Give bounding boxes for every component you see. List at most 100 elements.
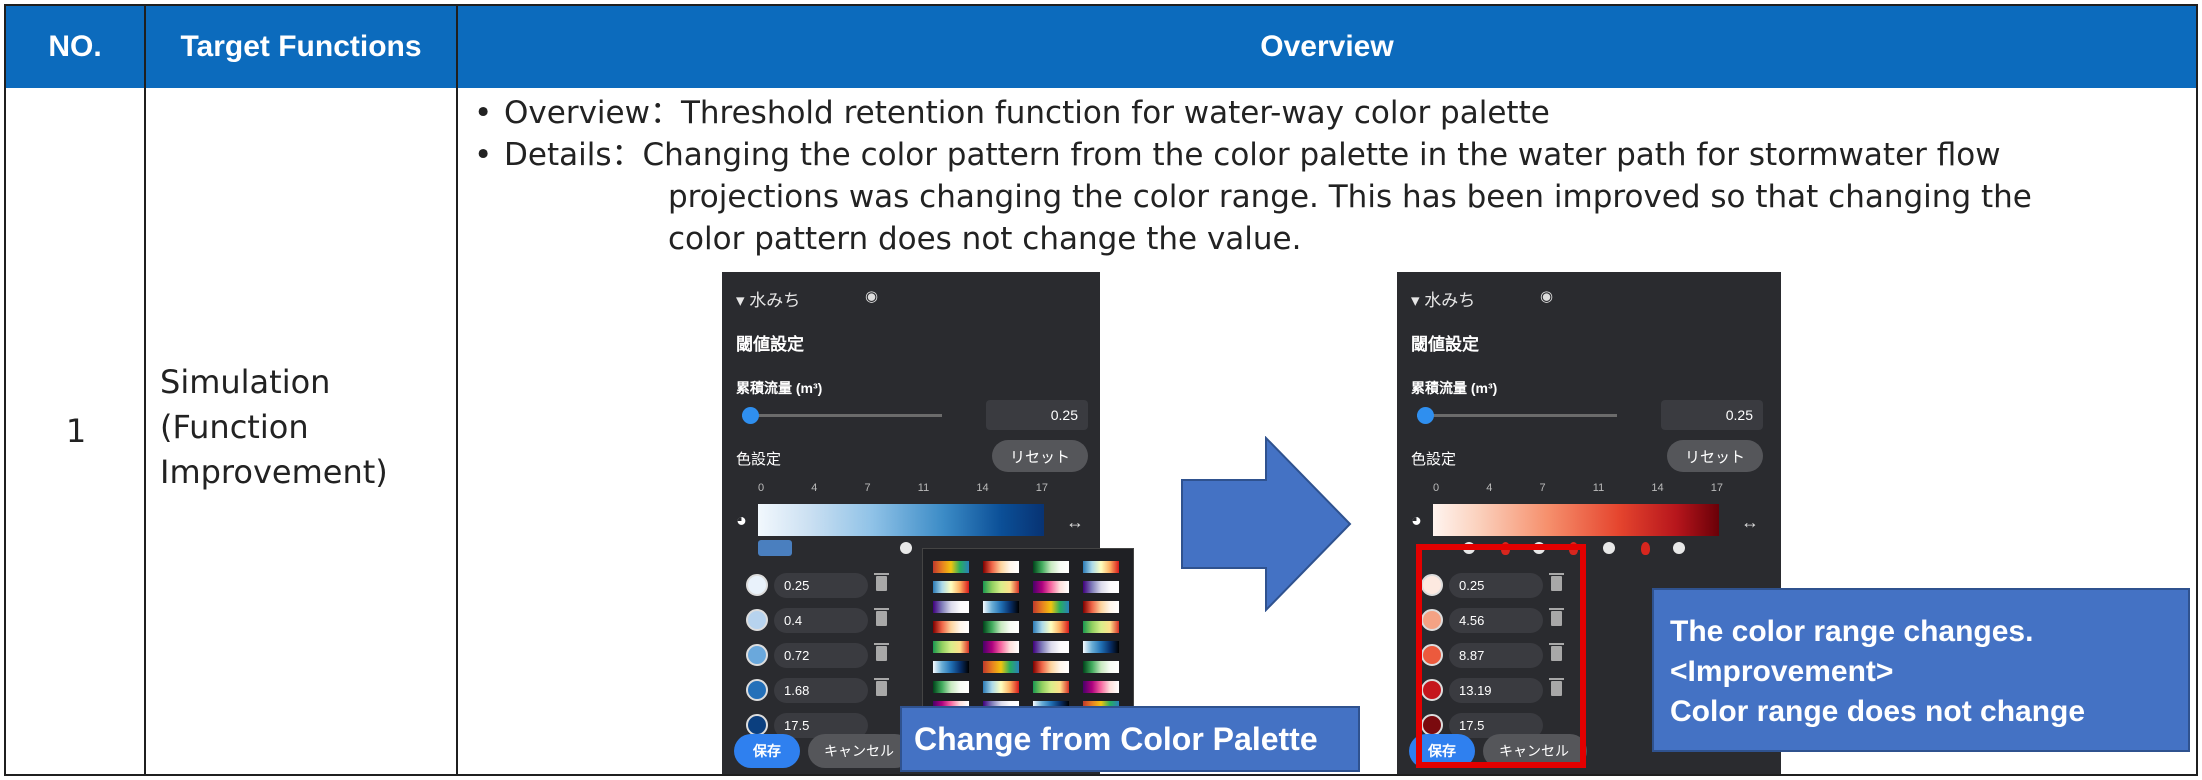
palette-option[interactable] xyxy=(983,621,1019,633)
palette-option[interactable] xyxy=(983,641,1019,653)
stop-color-icon[interactable] xyxy=(746,574,768,596)
right-arrow-icon xyxy=(1181,436,1352,612)
threshold-heading: 閾値設定 xyxy=(736,335,804,354)
color-stops: 0.25 0.4 0.72 1.68 17.5 xyxy=(746,570,896,745)
target-function-cell: Simulation (Function Improvement) xyxy=(160,360,388,495)
palette-option[interactable] xyxy=(933,681,969,693)
swap-icon[interactable]: ↔ xyxy=(1741,512,1759,533)
palette-option[interactable] xyxy=(933,641,969,653)
stop-color-icon[interactable] xyxy=(746,679,768,701)
flow-slider-track[interactable] xyxy=(742,414,942,417)
layer-toggle[interactable]: ▾ 水みち xyxy=(1411,286,1475,311)
improvement-callout: The color range changes. <Improvement> C… xyxy=(1652,588,2190,752)
save-button[interactable]: 保存 xyxy=(734,734,800,768)
color-palette-popup xyxy=(922,548,1134,724)
palette-option[interactable] xyxy=(1033,641,1069,653)
stop-color-icon[interactable] xyxy=(746,644,768,666)
ramp-ticks: 0 4 7 11 14 17 xyxy=(1433,482,1723,494)
palette-icon[interactable]: ◕ xyxy=(736,510,747,531)
highlight-box xyxy=(1416,544,1586,768)
tick-label: 11 xyxy=(1592,482,1605,494)
swap-icon[interactable]: ↔ xyxy=(1066,512,1084,533)
stop-color-icon[interactable] xyxy=(746,609,768,631)
details-continuation: color pattern does not change the value. xyxy=(668,221,1302,257)
palette-option[interactable] xyxy=(933,661,969,673)
flow-slider-thumb[interactable] xyxy=(742,407,759,424)
palette-option[interactable] xyxy=(983,581,1019,593)
tick-label: 14 xyxy=(976,482,989,494)
cancel-button[interactable]: キャンセル xyxy=(808,734,912,768)
selected-marker[interactable] xyxy=(758,540,792,556)
palette-option[interactable] xyxy=(1033,581,1069,593)
trash-icon[interactable] xyxy=(874,643,889,661)
palette-option[interactable] xyxy=(1033,621,1069,633)
palette-option[interactable] xyxy=(1083,581,1119,593)
header-target-functions: Target Functions xyxy=(146,6,458,88)
palette-option[interactable] xyxy=(1033,601,1069,613)
trash-icon[interactable] xyxy=(874,678,889,696)
reset-button[interactable]: リセット xyxy=(992,440,1088,472)
column-divider xyxy=(456,88,458,774)
palette-option[interactable] xyxy=(1083,621,1119,633)
eye-icon[interactable]: ◉ xyxy=(1540,287,1553,305)
palette-option[interactable] xyxy=(983,561,1019,573)
details-continuation: projections was changing the color range… xyxy=(668,179,2032,215)
color-stop-row: 0.25 xyxy=(746,570,896,602)
ramp-marker[interactable] xyxy=(900,542,912,554)
stop-color-icon[interactable] xyxy=(746,714,768,736)
palette-option[interactable] xyxy=(1083,561,1119,573)
palette-option[interactable] xyxy=(983,601,1019,613)
palette-option[interactable] xyxy=(1083,601,1119,613)
reset-button[interactable]: リセット xyxy=(1667,440,1763,472)
tick-label: 17 xyxy=(1710,482,1723,494)
overview-bullet: Overview：Threshold retention function fo… xyxy=(470,92,2188,134)
overview-text: Overview：Threshold retention function fo… xyxy=(470,92,2188,260)
ramp-marker[interactable] xyxy=(1603,542,1615,554)
header-no: NO. xyxy=(6,6,146,88)
color-stop-row: 1.68 xyxy=(746,675,896,707)
palette-option[interactable] xyxy=(983,681,1019,693)
trash-icon[interactable] xyxy=(874,573,889,591)
palette-option[interactable] xyxy=(1033,681,1069,693)
palette-option[interactable] xyxy=(1083,641,1119,653)
palette-callout: Change from Color Palette xyxy=(900,706,1360,772)
ramp-marker[interactable] xyxy=(1673,542,1685,554)
tick-label: 4 xyxy=(1486,482,1493,494)
tick-label: 4 xyxy=(811,482,818,494)
color-setting-label: 色設定 xyxy=(1411,451,1457,468)
stop-value-input[interactable]: 0.25 xyxy=(774,573,868,598)
color-stop-row: 0.72 xyxy=(746,640,896,672)
flow-value-input[interactable]: 0.25 xyxy=(1661,400,1763,430)
palette-option[interactable] xyxy=(1083,661,1119,673)
flow-value-input[interactable]: 0.25 xyxy=(986,400,1088,430)
palette-option[interactable] xyxy=(933,621,969,633)
palette-option[interactable] xyxy=(933,581,969,593)
tick-label: 0 xyxy=(758,482,765,494)
stop-value-input[interactable]: 0.72 xyxy=(774,643,868,668)
color-ramp-red[interactable] xyxy=(1433,504,1719,536)
flow-label: 累積流量 (m³) xyxy=(736,380,823,396)
palette-option[interactable] xyxy=(983,661,1019,673)
tick-label: 17 xyxy=(1035,482,1048,494)
palette-option[interactable] xyxy=(933,601,969,613)
flow-slider-track[interactable] xyxy=(1417,414,1617,417)
eye-icon[interactable]: ◉ xyxy=(865,287,878,305)
layer-toggle[interactable]: ▾ 水みち xyxy=(736,286,800,311)
ramp-marker-drop[interactable] xyxy=(1641,542,1650,555)
header-overview: Overview xyxy=(458,6,2196,88)
callout-line: The color range changes. xyxy=(1670,615,2034,648)
stop-value-input[interactable]: 1.68 xyxy=(774,678,868,703)
trash-icon[interactable] xyxy=(874,608,889,626)
tick-label: 7 xyxy=(1539,482,1546,494)
palette-icon[interactable]: ◕ xyxy=(1411,510,1422,531)
palette-option[interactable] xyxy=(1083,681,1119,693)
palette-option[interactable] xyxy=(1033,661,1069,673)
color-setting-label: 色設定 xyxy=(736,451,782,468)
flow-slider-thumb[interactable] xyxy=(1417,407,1434,424)
palette-option[interactable] xyxy=(933,561,969,573)
palette-option[interactable] xyxy=(1033,561,1069,573)
flow-label: 累積流量 (m³) xyxy=(1411,380,1498,396)
callout-line: <Improvement> xyxy=(1670,655,1894,688)
stop-value-input[interactable]: 0.4 xyxy=(774,608,868,633)
color-ramp-blue[interactable] xyxy=(758,504,1044,536)
